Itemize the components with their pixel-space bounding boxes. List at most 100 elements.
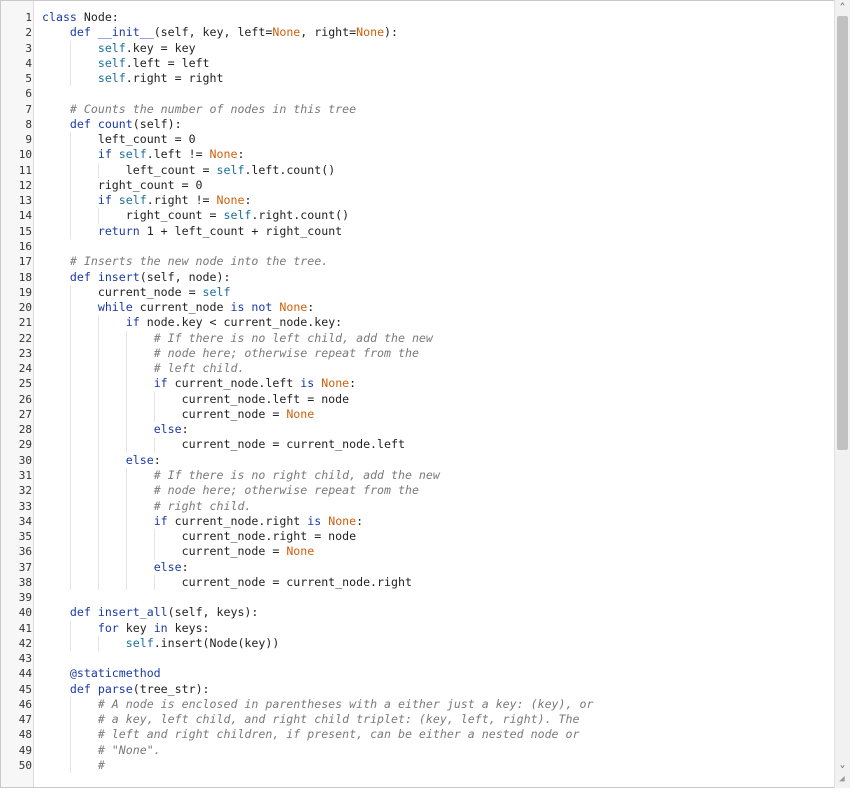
code-line[interactable]: 43 [1, 651, 849, 666]
code-line[interactable]: 37 else: [1, 559, 849, 575]
line-number: 26 [18, 392, 32, 406]
code-lines[interactable]: 1 class Node: 2 def __init__(self, key, le… [1, 10, 849, 774]
code-line[interactable]: 45 def parse(tree_str): [1, 682, 849, 697]
code-line[interactable]: 41 for key in keys: [1, 620, 849, 636]
code-line[interactable]: 11 left_count = self.left.count() [1, 162, 849, 178]
code-token: None [286, 406, 315, 421]
code-line[interactable]: 40 def insert_all(self, keys): [1, 605, 849, 620]
code-line[interactable]: 25 if current_node.left is None: [1, 376, 849, 392]
code-line[interactable]: 48 # left and right children, if present… [1, 727, 849, 743]
code-line[interactable]: 35 current_node.right = node [1, 529, 849, 545]
code-line[interactable]: 38 current_node = current_node.right [1, 574, 849, 591]
line-number: 43 [18, 652, 32, 666]
code-line[interactable]: 36 current_node = None [1, 544, 849, 560]
code-line[interactable]: 21 if node.key < current_node.key: [1, 315, 849, 331]
code-line[interactable]: 26 current_node.left = node [1, 391, 849, 407]
line-number: 14 [18, 209, 32, 223]
code-text: current_node = current_node.right [42, 575, 412, 590]
code-line[interactable]: 7 # Counts the number of nodes in this t… [1, 102, 849, 117]
code-line[interactable]: 13 if self.right != None: [1, 193, 849, 209]
scrollbar-thumb[interactable] [837, 16, 848, 450]
line-number: 30 [18, 453, 32, 467]
code-line[interactable]: 24 # left child. [1, 361, 849, 377]
code-token: if [125, 315, 147, 330]
line-number: 15 [18, 224, 32, 238]
code-line[interactable]: 14 right_count = self.right.count() [1, 208, 849, 224]
code-line[interactable]: 23 # node here; otherwise repeat from th… [1, 345, 849, 362]
resize-grip-icon[interactable]: ◢ [836, 773, 848, 785]
code-token: parse [97, 681, 133, 696]
code-token: None [356, 25, 385, 40]
code-text: current_node.right = node [42, 529, 357, 544]
comment-token: # [97, 758, 105, 773]
chevron-down-icon[interactable]: ⌄ [835, 758, 850, 772]
code-line[interactable]: 10 if self.left != None: [1, 147, 849, 163]
line-number: 4 [25, 56, 32, 70]
line-number: 28 [18, 423, 32, 437]
code-token: : [244, 193, 252, 208]
code-line[interactable]: 50 # [1, 758, 849, 774]
code-line[interactable]: 5 self.right = right [1, 71, 849, 87]
chevron-up-icon[interactable]: ⌃ [835, 0, 850, 14]
line-number: 1 [25, 11, 32, 24]
code-line[interactable]: 16 [1, 239, 849, 254]
code-line[interactable]: 39 [1, 590, 849, 605]
code-text: left_count = self.left.count() [42, 163, 335, 178]
code-line[interactable]: 44 @staticmethod [1, 666, 849, 681]
line-number: 9 [25, 133, 32, 147]
code-token: : [356, 513, 364, 528]
code-line[interactable]: 9 left_count = 0 [1, 132, 849, 148]
code-line[interactable]: 31 # If there is no right child, add the… [1, 467, 849, 484]
code-token: def [69, 25, 98, 40]
line-number: 7 [25, 102, 32, 116]
code-line[interactable]: 28 else: [1, 422, 849, 438]
code-line[interactable]: 19 current_node = self [1, 284, 849, 301]
vertical-scrollbar[interactable]: ⌃ ⌄ [834, 0, 850, 788]
code-line[interactable]: 1 class Node: [1, 10, 849, 25]
code-token: else [153, 422, 182, 437]
code-line[interactable]: 8 def count(self): [1, 117, 849, 132]
line-number: 33 [18, 499, 32, 513]
code-line[interactable]: 30 else: [1, 452, 849, 468]
code-line[interactable]: 46 # A node is enclosed in parentheses w… [1, 696, 849, 713]
code-line[interactable]: 6 [1, 86, 849, 101]
line-number: 6 [25, 87, 32, 101]
code-line[interactable]: 32 # node here; otherwise repeat from th… [1, 483, 849, 499]
line-number: 39 [18, 591, 32, 605]
code-token: (tree_str): [132, 681, 210, 696]
code-token: self [118, 147, 147, 162]
code-editor[interactable]: 1 class Node: 2 def __init__(self, key, le… [0, 0, 850, 788]
code-line[interactable]: 29 current_node = current_node.left [1, 437, 849, 453]
line-number: 46 [18, 697, 32, 711]
code-text: else: [42, 560, 189, 575]
code-line[interactable]: 17 # Inserts the new node into the tree. [1, 254, 849, 269]
code-token: self [202, 284, 231, 299]
line-number: 50 [18, 759, 32, 773]
code-token: return [97, 223, 147, 238]
code-line[interactable]: 12 right_count = 0 [1, 177, 849, 194]
code-token: .key = key [125, 40, 196, 55]
code-line[interactable]: 33 # right child. [1, 498, 849, 514]
code-line[interactable]: 2 def __init__(self, key, left=None, rig… [1, 25, 849, 40]
code-line[interactable]: 3 self.key = key [1, 40, 849, 56]
code-token: class [42, 10, 84, 24]
code-token: self [223, 208, 252, 223]
code-token: def [69, 681, 98, 696]
code-line[interactable]: 4 self.left = left [1, 55, 849, 72]
code-token: self [97, 40, 126, 55]
code-line[interactable]: 49 # "None". [1, 742, 849, 759]
code-line[interactable]: 34 if current_node.right is None: [1, 513, 849, 530]
code-line[interactable]: 15 return 1 + left_count + right_count [1, 223, 849, 239]
code-line[interactable]: 42 self.insert(Node(key)) [1, 635, 849, 652]
code-line[interactable]: 22 # If there is no left child, add the … [1, 330, 849, 346]
code-line[interactable]: 20 while current_node is not None: [1, 300, 849, 316]
code-line[interactable]: 18 def insert(self, node): [1, 270, 849, 285]
code-line[interactable]: 27 current_node = None [1, 406, 849, 423]
code-text: current_node.left = node [42, 392, 350, 407]
code-line[interactable]: 47 # a key, left child, and right child … [1, 712, 849, 728]
